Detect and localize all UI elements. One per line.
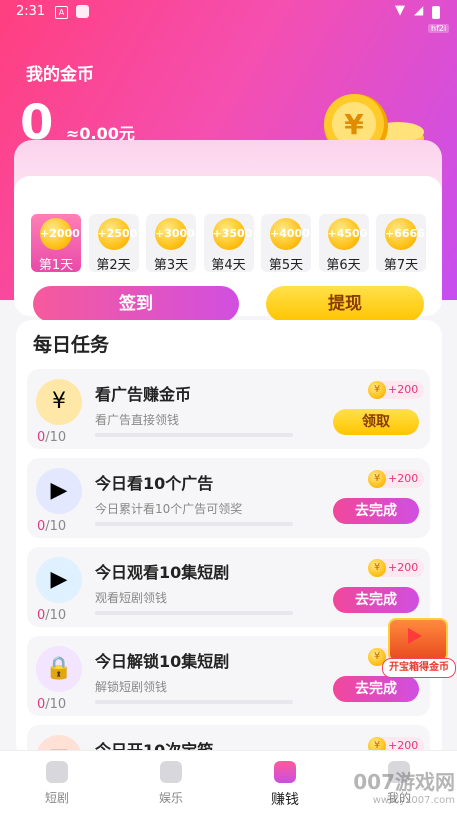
checkin-day-label: 第7天 [383, 258, 419, 273]
tab-label: 娱乐 [158, 791, 183, 805]
battery-icon [432, 6, 440, 19]
checkin-day-3[interactable]: +3000 第3天 [146, 214, 196, 273]
coin-icon: +6666 [385, 218, 425, 250]
watermark-main: 007游戏网 [353, 770, 455, 794]
task-progress: 0/10 [37, 519, 67, 534]
tab-short-drama[interactable]: 短剧 [17, 751, 97, 806]
tab-earn[interactable]: 赚钱 [245, 751, 325, 809]
daily-tasks-title: 每日任务 [33, 334, 110, 356]
task-progress: 0/10 [37, 697, 67, 712]
lock-icon: 🔒 [36, 646, 82, 692]
status-bar: 2:31 A ▼ ◢ hf2i [0, 0, 457, 33]
checkin-day-5[interactable]: +4000 第5天 [261, 214, 311, 273]
task-name: 今日看10个广告 [95, 474, 214, 493]
watermark-sub: www.yx007.com [372, 795, 455, 806]
task-progress: 0/10 [37, 608, 67, 623]
sign-in-button[interactable]: 签到 [33, 286, 239, 322]
checkin-day-label: 第4天 [211, 258, 246, 273]
play-icon [408, 628, 422, 644]
drama-icon [46, 761, 68, 783]
task-description: 看广告直接领钱 [95, 413, 180, 427]
tab-label: 赚钱 [271, 792, 299, 808]
checkin-day-label: 第6天 [326, 258, 361, 273]
task-item: ▶ 0/10 今日看10个广告今日累计看10个广告可领奖 +200 去完成 [27, 458, 430, 538]
page-title: 我的金币 [26, 65, 94, 85]
coin-icon: +2000 [40, 218, 80, 250]
checkin-day-7[interactable]: +6666 第7天 [376, 214, 426, 273]
task-description: 今日累计看10个广告可领奖 [95, 502, 243, 516]
video-icon: ▶ [36, 557, 82, 603]
wallet-icon [274, 761, 296, 783]
checkin-day-2[interactable]: +2500 第2天 [88, 214, 139, 273]
coin-icon: ¥ [36, 379, 82, 425]
tv-icon: ▶ [36, 468, 82, 514]
checkin-day-4[interactable]: +3500 第4天 [203, 214, 254, 273]
task-progress: 0/10 [37, 430, 67, 445]
task-item: ¥0/10 看广告赚金币看广告直接领钱 +200 领取 [27, 369, 430, 449]
task-progress-bar [95, 433, 293, 437]
tab-label: 短剧 [44, 791, 69, 805]
task-action-button[interactable]: 领取 [333, 409, 419, 435]
treasure-chest-label: 开宝箱得金币 [382, 658, 456, 678]
treasure-chest-widget[interactable]: 开宝箱得金币 [382, 618, 456, 680]
task-progress-bar [95, 522, 293, 526]
notification-app-icon [76, 5, 89, 18]
task-progress-bar [95, 700, 293, 704]
withdraw-button[interactable]: 提现 [266, 286, 424, 322]
checkin-day-label: 第1天 [38, 258, 74, 273]
checkin-day-label: 第5天 [268, 258, 304, 273]
task-action-button[interactable]: 去完成 [333, 498, 419, 524]
notification-a-icon: A [55, 6, 68, 19]
coin-icon: +3000 [155, 218, 195, 250]
watermark: 007游戏网 www.yx007.com [330, 766, 455, 812]
signal-icon: ◢ [414, 3, 424, 17]
status-time: 2:31 [16, 4, 46, 19]
wifi-icon: ▼ [395, 3, 405, 18]
svg-text:¥: ¥ [344, 108, 364, 141]
checkin-day-6[interactable]: +4500 第6天 [318, 214, 369, 273]
task-reward-badge: +200 [368, 381, 425, 399]
game-icon [160, 761, 182, 783]
coin-icon: +3500 [212, 218, 252, 250]
checkin-day-label: 第2天 [96, 258, 131, 273]
task-reward-badge: +200 [368, 559, 425, 577]
task-description: 观看短剧领钱 [95, 591, 168, 605]
status-tag: hf2i [428, 24, 450, 33]
task-item: ▶ 0/10 今日观看10集短剧观看短剧领钱 +200 去完成 [27, 547, 430, 627]
task-item: 🔒0/10今日解锁10集短剧解锁短剧领钱+200去完成 [27, 636, 430, 716]
task-name: 今日解锁10集短剧 [95, 652, 230, 671]
coin-icon: +2500 [97, 218, 137, 250]
task-reward-badge: +200 [368, 470, 425, 488]
checkin-day-label: 第3天 [153, 258, 189, 273]
checkin-day-1[interactable]: +2000 第1天 [31, 214, 81, 273]
task-name: 看广告赚金币 [95, 385, 192, 404]
task-name: 今日观看10集短剧 [95, 563, 230, 582]
coin-icon: +4500 [327, 218, 367, 250]
task-description: 解锁短剧领钱 [95, 680, 168, 694]
task-action-button[interactable]: 去完成 [333, 587, 419, 613]
coin-icon: +4000 [270, 218, 310, 250]
task-progress-bar [95, 611, 293, 615]
tab-entertainment[interactable]: 娱乐 [131, 751, 211, 806]
